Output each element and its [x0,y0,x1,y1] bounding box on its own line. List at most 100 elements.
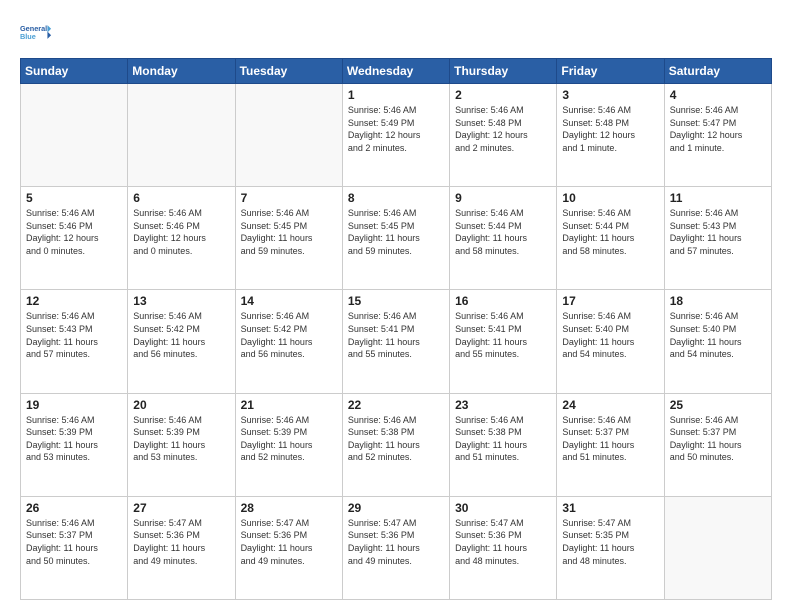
day-number: 11 [670,191,766,205]
logo: GeneralBlue [20,16,52,48]
day-info: Sunrise: 5:46 AM Sunset: 5:37 PM Dayligh… [26,517,122,567]
weekday-thursday: Thursday [450,59,557,84]
day-info: Sunrise: 5:46 AM Sunset: 5:39 PM Dayligh… [26,414,122,464]
day-info: Sunrise: 5:46 AM Sunset: 5:44 PM Dayligh… [562,207,658,257]
day-cell: 10Sunrise: 5:46 AM Sunset: 5:44 PM Dayli… [557,187,664,290]
week-row-3: 12 Sunrise: 5:46 AM Sunset: 5:43 PM Dayli… [21,290,772,393]
day-cell: 31Sunrise: 5:47 AM Sunset: 5:35 PM Dayli… [557,496,664,599]
day-cell: 4 Sunrise: 5:46 AM Sunset: 5:47 PM Daylig… [664,84,771,187]
day-info: Sunrise: 5:46 AM Sunset: 5:43 PM Dayligh… [670,207,766,257]
day-number: 26 [26,501,122,515]
day-cell: 20 Sunrise: 5:46 AM Sunset: 5:39 PM Dayli… [128,393,235,496]
day-info: Sunrise: 5:46 AM Sunset: 5:40 PM Dayligh… [670,310,766,360]
day-number: 12 [26,294,122,308]
day-number: 14 [241,294,337,308]
day-number: 5 [26,191,122,205]
logo-icon: GeneralBlue [20,16,52,48]
day-number: 1 [348,88,444,102]
day-number: 19 [26,398,122,412]
day-number: 15 [348,294,444,308]
day-info: Sunrise: 5:46 AM Sunset: 5:42 PM Dayligh… [241,310,337,360]
day-number: 17 [562,294,658,308]
day-number: 28 [241,501,337,515]
svg-text:Blue: Blue [20,32,36,41]
day-cell: 14 Sunrise: 5:46 AM Sunset: 5:42 PM Dayli… [235,290,342,393]
day-number: 13 [133,294,229,308]
day-cell [235,84,342,187]
day-number: 4 [670,88,766,102]
day-info: Sunrise: 5:47 AM Sunset: 5:36 PM Dayligh… [455,517,551,567]
day-info: Sunrise: 5:46 AM Sunset: 5:49 PM Dayligh… [348,104,444,154]
day-info: Sunrise: 5:46 AM Sunset: 5:45 PM Dayligh… [348,207,444,257]
day-cell: 27Sunrise: 5:47 AM Sunset: 5:36 PM Dayli… [128,496,235,599]
day-info: Sunrise: 5:46 AM Sunset: 5:42 PM Dayligh… [133,310,229,360]
day-cell: 12 Sunrise: 5:46 AM Sunset: 5:43 PM Dayli… [21,290,128,393]
weekday-saturday: Saturday [664,59,771,84]
day-info: Sunrise: 5:46 AM Sunset: 5:38 PM Dayligh… [455,414,551,464]
calendar: SundayMondayTuesdayWednesdayThursdayFrid… [20,58,772,600]
day-info: Sunrise: 5:46 AM Sunset: 5:44 PM Dayligh… [455,207,551,257]
day-cell: 19 Sunrise: 5:46 AM Sunset: 5:39 PM Dayli… [21,393,128,496]
week-row-1: 1 Sunrise: 5:46 AM Sunset: 5:49 PM Daylig… [21,84,772,187]
header: GeneralBlue [20,16,772,48]
week-row-2: 5 Sunrise: 5:46 AM Sunset: 5:46 PM Daylig… [21,187,772,290]
day-cell: 3Sunrise: 5:46 AM Sunset: 5:48 PM Daylig… [557,84,664,187]
day-number: 31 [562,501,658,515]
day-number: 9 [455,191,551,205]
day-number: 18 [670,294,766,308]
day-cell: 23 Sunrise: 5:46 AM Sunset: 5:38 PM Dayli… [450,393,557,496]
day-number: 25 [670,398,766,412]
day-info: Sunrise: 5:46 AM Sunset: 5:43 PM Dayligh… [26,310,122,360]
day-info: Sunrise: 5:46 AM Sunset: 5:37 PM Dayligh… [670,414,766,464]
day-cell [21,84,128,187]
day-cell [664,496,771,599]
day-info: Sunrise: 5:46 AM Sunset: 5:48 PM Dayligh… [455,104,551,154]
week-row-5: 26 Sunrise: 5:46 AM Sunset: 5:37 PM Dayli… [21,496,772,599]
weekday-tuesday: Tuesday [235,59,342,84]
day-cell: 26 Sunrise: 5:46 AM Sunset: 5:37 PM Dayli… [21,496,128,599]
day-number: 21 [241,398,337,412]
day-cell: 24Sunrise: 5:46 AM Sunset: 5:37 PM Dayli… [557,393,664,496]
day-cell: 30 Sunrise: 5:47 AM Sunset: 5:36 PM Dayli… [450,496,557,599]
day-number: 22 [348,398,444,412]
day-cell: 28Sunrise: 5:47 AM Sunset: 5:36 PM Dayli… [235,496,342,599]
day-cell: 7 Sunrise: 5:46 AM Sunset: 5:45 PM Daylig… [235,187,342,290]
day-cell: 16 Sunrise: 5:46 AM Sunset: 5:41 PM Dayli… [450,290,557,393]
day-cell: 5Sunrise: 5:46 AM Sunset: 5:46 PM Daylig… [21,187,128,290]
day-info: Sunrise: 5:47 AM Sunset: 5:36 PM Dayligh… [348,517,444,567]
day-info: Sunrise: 5:46 AM Sunset: 5:41 PM Dayligh… [455,310,551,360]
day-number: 30 [455,501,551,515]
day-cell: 8 Sunrise: 5:46 AM Sunset: 5:45 PM Daylig… [342,187,449,290]
day-info: Sunrise: 5:46 AM Sunset: 5:45 PM Dayligh… [241,207,337,257]
day-number: 20 [133,398,229,412]
day-info: Sunrise: 5:46 AM Sunset: 5:39 PM Dayligh… [133,414,229,464]
day-number: 7 [241,191,337,205]
weekday-sunday: Sunday [21,59,128,84]
day-cell: 25 Sunrise: 5:46 AM Sunset: 5:37 PM Dayli… [664,393,771,496]
day-info: Sunrise: 5:46 AM Sunset: 5:38 PM Dayligh… [348,414,444,464]
day-info: Sunrise: 5:46 AM Sunset: 5:41 PM Dayligh… [348,310,444,360]
week-row-4: 19 Sunrise: 5:46 AM Sunset: 5:39 PM Dayli… [21,393,772,496]
day-number: 16 [455,294,551,308]
weekday-header-row: SundayMondayTuesdayWednesdayThursdayFrid… [21,59,772,84]
day-number: 29 [348,501,444,515]
day-info: Sunrise: 5:46 AM Sunset: 5:46 PM Dayligh… [133,207,229,257]
weekday-friday: Friday [557,59,664,84]
day-cell: 29 Sunrise: 5:47 AM Sunset: 5:36 PM Dayli… [342,496,449,599]
day-cell: 22 Sunrise: 5:46 AM Sunset: 5:38 PM Dayli… [342,393,449,496]
day-cell: 11 Sunrise: 5:46 AM Sunset: 5:43 PM Dayli… [664,187,771,290]
day-info: Sunrise: 5:46 AM Sunset: 5:48 PM Dayligh… [562,104,658,154]
day-cell: 2Sunrise: 5:46 AM Sunset: 5:48 PM Daylig… [450,84,557,187]
day-info: Sunrise: 5:47 AM Sunset: 5:36 PM Dayligh… [133,517,229,567]
day-info: Sunrise: 5:46 AM Sunset: 5:47 PM Dayligh… [670,104,766,154]
day-cell: 6Sunrise: 5:46 AM Sunset: 5:46 PM Daylig… [128,187,235,290]
day-number: 24 [562,398,658,412]
day-number: 8 [348,191,444,205]
day-cell: 9 Sunrise: 5:46 AM Sunset: 5:44 PM Daylig… [450,187,557,290]
weekday-monday: Monday [128,59,235,84]
day-info: Sunrise: 5:46 AM Sunset: 5:39 PM Dayligh… [241,414,337,464]
day-number: 23 [455,398,551,412]
day-cell: 18 Sunrise: 5:46 AM Sunset: 5:40 PM Dayli… [664,290,771,393]
day-info: Sunrise: 5:46 AM Sunset: 5:40 PM Dayligh… [562,310,658,360]
day-cell: 1 Sunrise: 5:46 AM Sunset: 5:49 PM Daylig… [342,84,449,187]
